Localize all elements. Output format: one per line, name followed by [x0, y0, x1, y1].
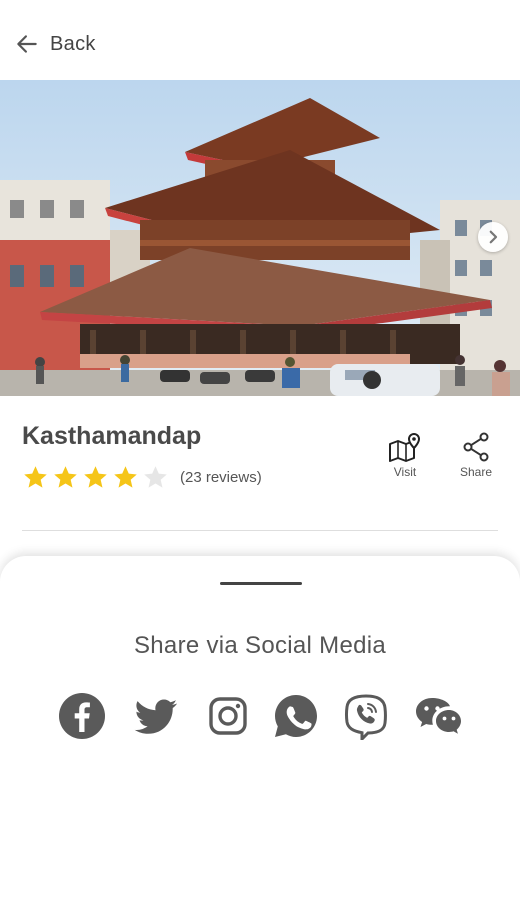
facebook-icon	[59, 693, 105, 739]
back-label: Back	[50, 32, 96, 55]
whatsapp-share-button[interactable]	[272, 692, 320, 740]
place-info: Kasthamandap (23 reviews) Visit Share	[0, 396, 520, 532]
chevron-right-icon	[489, 230, 498, 244]
temple-photo	[0, 80, 520, 396]
viber-icon	[344, 694, 387, 743]
star-icon	[24, 466, 47, 488]
top-bar: Back	[0, 0, 520, 80]
star-icon	[54, 466, 77, 488]
wechat-icon	[416, 698, 461, 734]
instagram-icon	[209, 697, 247, 735]
twitter-share-button[interactable]	[132, 692, 180, 740]
divider	[22, 530, 498, 531]
star-icon	[114, 466, 137, 488]
star-rating: (23 reviews)	[22, 464, 262, 491]
wechat-share-button[interactable]	[414, 692, 462, 740]
twitter-icon	[134, 699, 177, 734]
share-sheet-title: Share via Social Media	[133, 632, 387, 659]
place-name: Kasthamandap	[22, 422, 202, 450]
instagram-share-button[interactable]	[204, 692, 252, 740]
sheet-drag-handle[interactable]	[220, 582, 302, 585]
social-icons-row	[58, 692, 468, 743]
review-count[interactable]: (23 reviews)	[180, 469, 262, 486]
star-icon	[84, 466, 107, 488]
share-button[interactable]: Share	[451, 432, 501, 479]
share-sheet: Share via Social Media	[0, 556, 520, 900]
map-pin-icon	[389, 432, 421, 462]
star-icon	[144, 466, 167, 488]
viber-share-button[interactable]	[342, 692, 390, 743]
facebook-share-button[interactable]	[58, 692, 106, 740]
back-button[interactable]: Back	[14, 28, 96, 60]
place-photo[interactable]	[0, 80, 520, 396]
visit-label: Visit	[393, 465, 417, 479]
arrow-left-icon	[17, 35, 37, 53]
whatsapp-icon	[275, 695, 317, 737]
share-label: Share	[459, 465, 493, 479]
share-icon	[463, 432, 489, 462]
visit-button[interactable]: Visit	[380, 432, 430, 479]
next-photo-button[interactable]	[478, 222, 508, 252]
